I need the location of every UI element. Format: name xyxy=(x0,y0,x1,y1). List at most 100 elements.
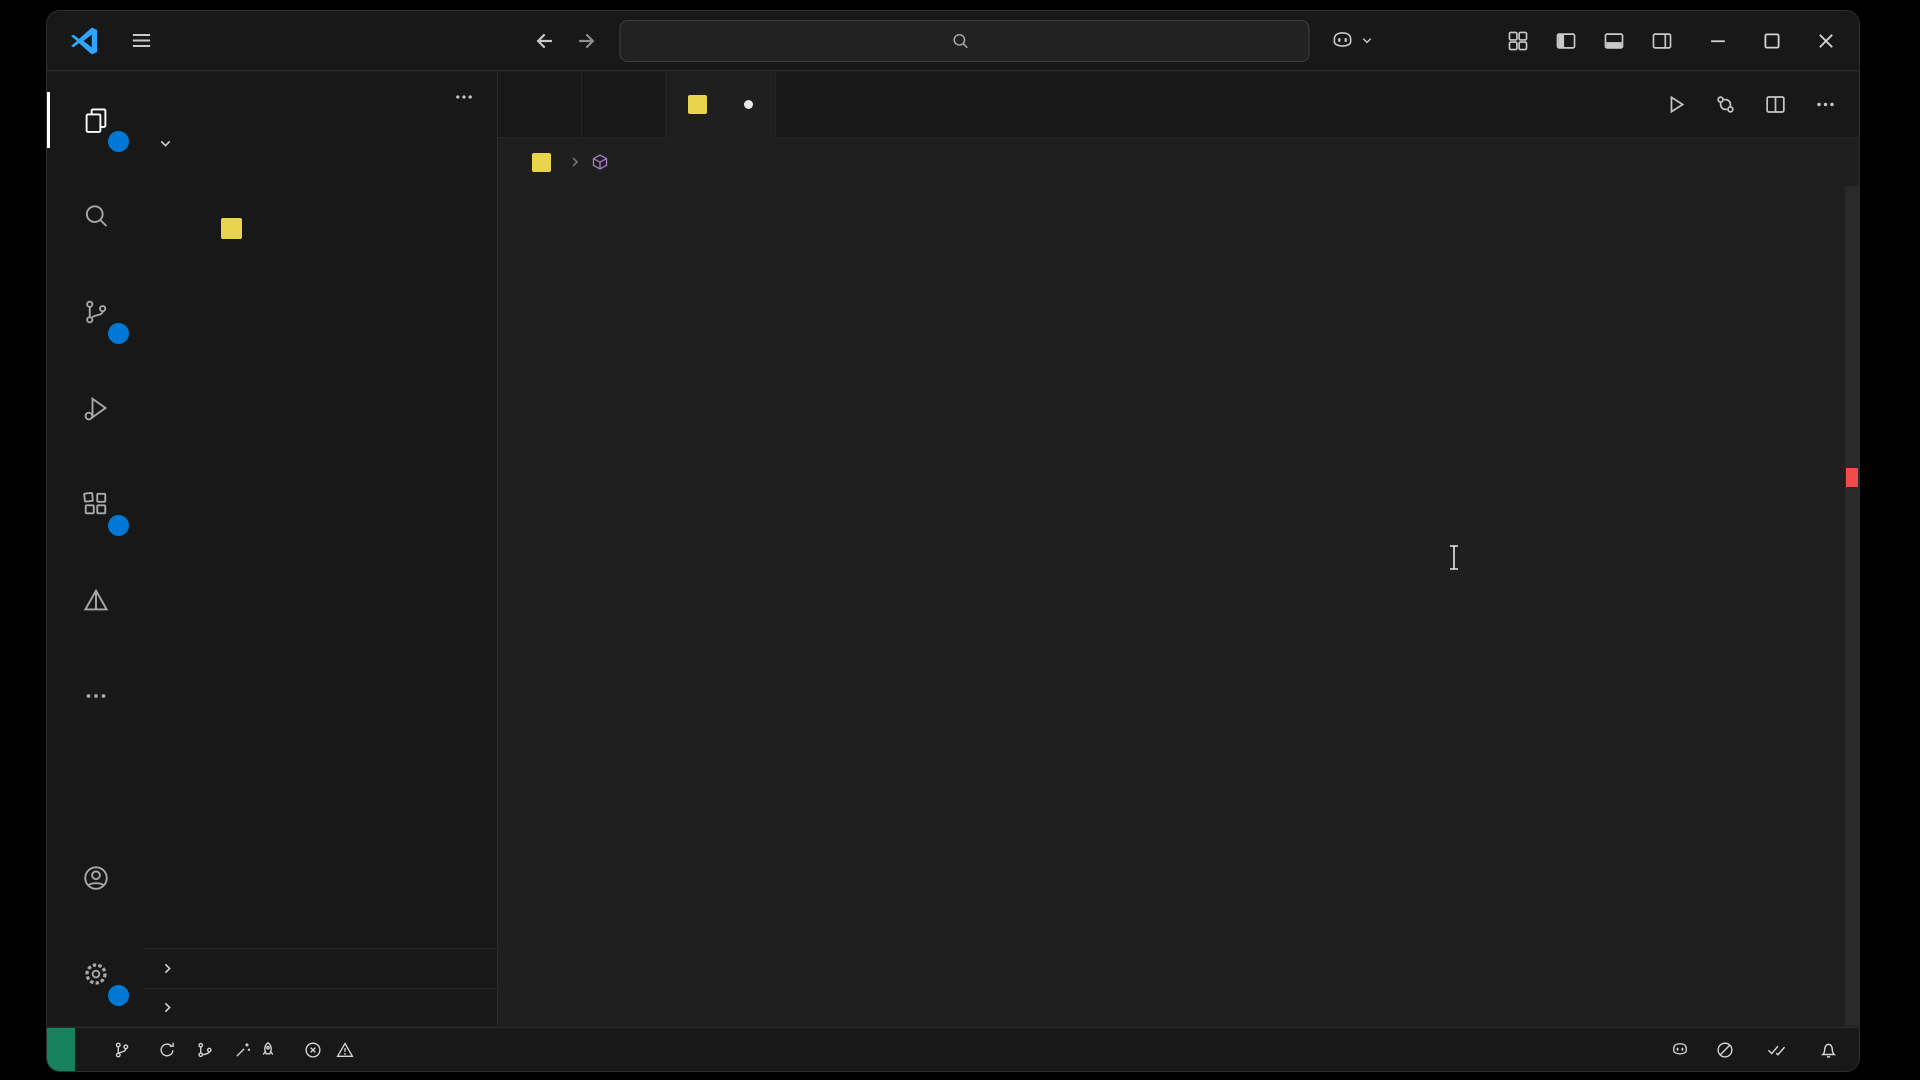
menu-hamburger-icon[interactable] xyxy=(129,28,154,53)
file-style-css[interactable] xyxy=(145,250,497,293)
indentation-selector[interactable] xyxy=(1546,1028,1572,1071)
toggle-panel-icon[interactable] xyxy=(1603,30,1625,52)
breadcrumb-file[interactable] xyxy=(532,152,559,172)
circle-slash-icon xyxy=(1716,1041,1734,1059)
account-button[interactable] xyxy=(47,830,145,926)
forward-arrow-icon[interactable] xyxy=(576,29,600,53)
ellipsis-icon xyxy=(81,681,111,711)
extensions-badge xyxy=(108,515,129,536)
scm-badge xyxy=(108,323,129,344)
activity-search[interactable] xyxy=(47,168,145,264)
file-script-js[interactable] xyxy=(145,207,497,250)
title-bar xyxy=(47,11,1859,71)
run-file-icon[interactable] xyxy=(1664,93,1687,116)
back-arrow-icon[interactable] xyxy=(532,29,556,53)
minimize-button[interactable] xyxy=(1707,30,1729,52)
port-forward-button[interactable] xyxy=(1703,1028,1754,1071)
timeline-section[interactable] xyxy=(145,988,497,1026)
toggle-primary-sidebar-icon[interactable] xyxy=(1555,30,1577,52)
problems-button[interactable] xyxy=(294,1028,371,1071)
settings-badge xyxy=(108,985,129,1006)
account-icon xyxy=(81,863,111,893)
workspace-folder[interactable] xyxy=(145,122,497,164)
js-file-icon xyxy=(688,95,707,114)
more-actions-icon[interactable] xyxy=(1814,93,1837,116)
prism-icon xyxy=(81,585,111,615)
wand-icon xyxy=(234,1041,252,1059)
html-file-icon xyxy=(520,95,539,114)
git-graph-button[interactable] xyxy=(186,1028,224,1071)
css-file-icon xyxy=(604,95,623,114)
sync-icon xyxy=(158,1041,176,1059)
chevron-right-icon xyxy=(159,999,176,1016)
activity-run-debug[interactable] xyxy=(47,360,145,456)
error-icon xyxy=(304,1041,322,1059)
status-bar xyxy=(47,1027,1859,1071)
copilot-status-button[interactable] xyxy=(1657,1028,1703,1071)
settings-button[interactable] xyxy=(47,926,145,1022)
outline-section[interactable] xyxy=(145,948,497,988)
unsaved-dot[interactable] xyxy=(744,100,753,109)
editor-group xyxy=(498,72,1859,1026)
editor-scrollbar[interactable] xyxy=(1845,186,1859,1026)
explorer-actions-icon[interactable] xyxy=(453,86,475,108)
activity-source-control[interactable] xyxy=(47,264,145,360)
open-changes-icon[interactable] xyxy=(1714,93,1737,116)
activity-extensions[interactable] xyxy=(47,456,145,552)
copilot-icon xyxy=(1670,1040,1690,1060)
eol-selector[interactable] xyxy=(1598,1028,1624,1071)
explorer-sidebar xyxy=(145,72,498,1026)
sync-button[interactable] xyxy=(148,1028,186,1071)
git-branch-item[interactable] xyxy=(103,1028,148,1071)
chevron-down-icon xyxy=(1360,33,1375,48)
bell-icon xyxy=(1819,1040,1838,1059)
extensions-icon xyxy=(81,489,111,519)
search-icon xyxy=(951,32,969,50)
css-file-icon xyxy=(221,261,242,282)
remote-indicator[interactable] xyxy=(47,1028,75,1071)
launchpad-button[interactable] xyxy=(224,1028,294,1071)
cursor-position[interactable] xyxy=(1520,1028,1546,1071)
chevron-right-icon xyxy=(159,960,176,977)
search-icon xyxy=(81,201,111,231)
breadcrumb-symbol[interactable] xyxy=(591,153,617,171)
language-selector[interactable] xyxy=(1624,1028,1657,1071)
source-control-icon xyxy=(81,297,111,327)
tab-style-css[interactable] xyxy=(582,72,666,137)
activity-explorer[interactable] xyxy=(47,72,145,168)
split-editor-icon[interactable] xyxy=(1764,93,1787,116)
command-center-search[interactable] xyxy=(619,19,1310,62)
tab-index-html[interactable] xyxy=(498,72,582,137)
activity-prism[interactable] xyxy=(47,552,145,648)
close-button[interactable] xyxy=(1815,30,1837,52)
maximize-button[interactable] xyxy=(1761,30,1783,52)
files-icon xyxy=(81,105,111,135)
warning-icon xyxy=(336,1041,354,1059)
activity-bar xyxy=(47,72,145,1026)
git-graph-icon xyxy=(196,1041,214,1059)
mouse-ibeam-cursor xyxy=(1446,544,1462,578)
branch-icon xyxy=(113,1041,131,1059)
code-area[interactable] xyxy=(498,186,1859,1026)
chevron-right-icon xyxy=(567,154,583,170)
formatter-button[interactable] xyxy=(1754,1028,1806,1071)
file-index-html[interactable] xyxy=(145,164,497,207)
gear-icon xyxy=(81,959,111,989)
toggle-secondary-sidebar-icon[interactable] xyxy=(1651,30,1673,52)
breadcrumbs xyxy=(498,138,1859,186)
rocket-icon xyxy=(259,1041,277,1059)
double-check-icon xyxy=(1767,1040,1786,1059)
js-file-icon xyxy=(532,152,551,172)
tab-script-js[interactable] xyxy=(666,72,776,138)
chevron-down-icon xyxy=(157,135,174,152)
js-file-icon xyxy=(221,218,242,239)
encoding-selector[interactable] xyxy=(1572,1028,1598,1071)
html-file-icon xyxy=(221,175,242,196)
notifications-button[interactable] xyxy=(1806,1028,1851,1071)
overview-error-marker xyxy=(1846,468,1858,487)
copilot-menu[interactable] xyxy=(1330,28,1375,54)
vscode-logo xyxy=(69,25,101,57)
explorer-badge xyxy=(108,131,129,152)
customize-layout-icon[interactable] xyxy=(1507,30,1529,52)
activity-more[interactable] xyxy=(47,648,145,744)
